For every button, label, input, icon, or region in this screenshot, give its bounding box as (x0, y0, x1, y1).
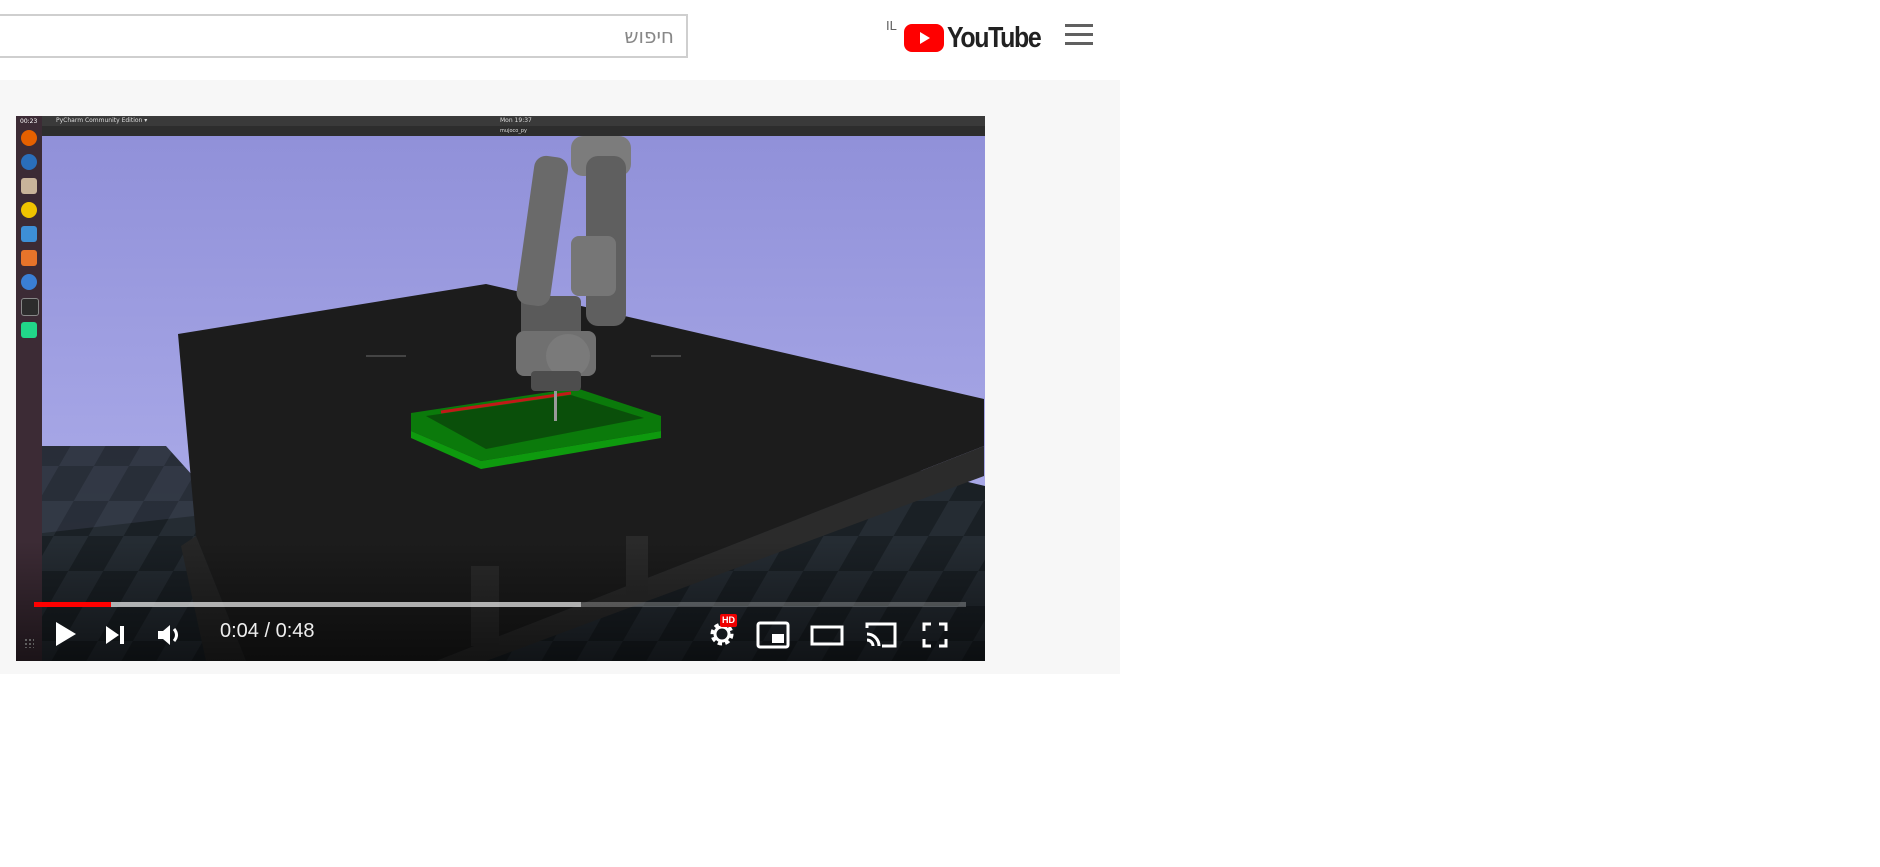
progress-bar[interactable] (34, 602, 966, 607)
hd-badge: HD (720, 614, 737, 627)
desktop-topbar: PyCharm Community Edition ▾ Mon 19:37 (16, 116, 985, 126)
pycharm-icon (21, 322, 37, 338)
current-time: 0:04 (220, 620, 259, 642)
youtube-play-icon (904, 24, 944, 52)
settings-button[interactable]: HD (706, 614, 738, 650)
desktop-app-label: PyCharm Community Edition ▾ (56, 117, 148, 124)
search-box[interactable] (0, 14, 688, 58)
next-button[interactable] (100, 620, 130, 650)
player-area: PyCharm Community Edition ▾ Mon 19:37 mu… (0, 80, 1120, 674)
fullscreen-icon (922, 622, 948, 648)
desktop-clock: Mon 19:37 (500, 117, 532, 124)
theater-mode-button[interactable] (810, 620, 844, 650)
skip-next-icon (106, 626, 124, 644)
document-icon (21, 226, 37, 242)
fullscreen-button[interactable] (920, 620, 950, 650)
miniplayer-button[interactable] (756, 620, 790, 650)
mute-button[interactable] (154, 620, 184, 650)
youtube-logo[interactable]: YouTube (904, 21, 1056, 54)
firefox-icon (21, 130, 37, 146)
cast-button[interactable] (864, 620, 898, 650)
files-icon (21, 178, 37, 194)
software-store-icon (21, 250, 37, 266)
logo-text: YouTube (947, 21, 1042, 54)
progress-loaded (34, 602, 582, 607)
hamburger-icon (1065, 24, 1093, 27)
duration: 0:48 (275, 620, 315, 642)
search-input[interactable] (0, 16, 686, 56)
mail-icon (21, 154, 37, 170)
desktop-window-title: mujoco_py (42, 126, 985, 136)
masthead: IL YouTube (0, 0, 1120, 80)
progress-played (34, 602, 112, 607)
play-button[interactable] (48, 618, 80, 650)
cast-icon (865, 622, 897, 648)
time-separator: / (258, 620, 276, 642)
country-code: IL (886, 18, 897, 33)
music-icon (21, 202, 37, 218)
dock-time: 00:23 (20, 118, 38, 125)
volume-icon (158, 625, 178, 645)
play-icon (56, 622, 76, 646)
help-icon (21, 274, 37, 290)
time-display: 0:04 / 0:48 (220, 620, 315, 643)
terminal-icon (21, 298, 39, 316)
menu-button[interactable] (1064, 24, 1094, 50)
video-player[interactable]: PyCharm Community Edition ▾ Mon 19:37 mu… (16, 116, 985, 661)
miniplayer-icon (756, 621, 790, 649)
theater-mode-icon (810, 625, 844, 646)
